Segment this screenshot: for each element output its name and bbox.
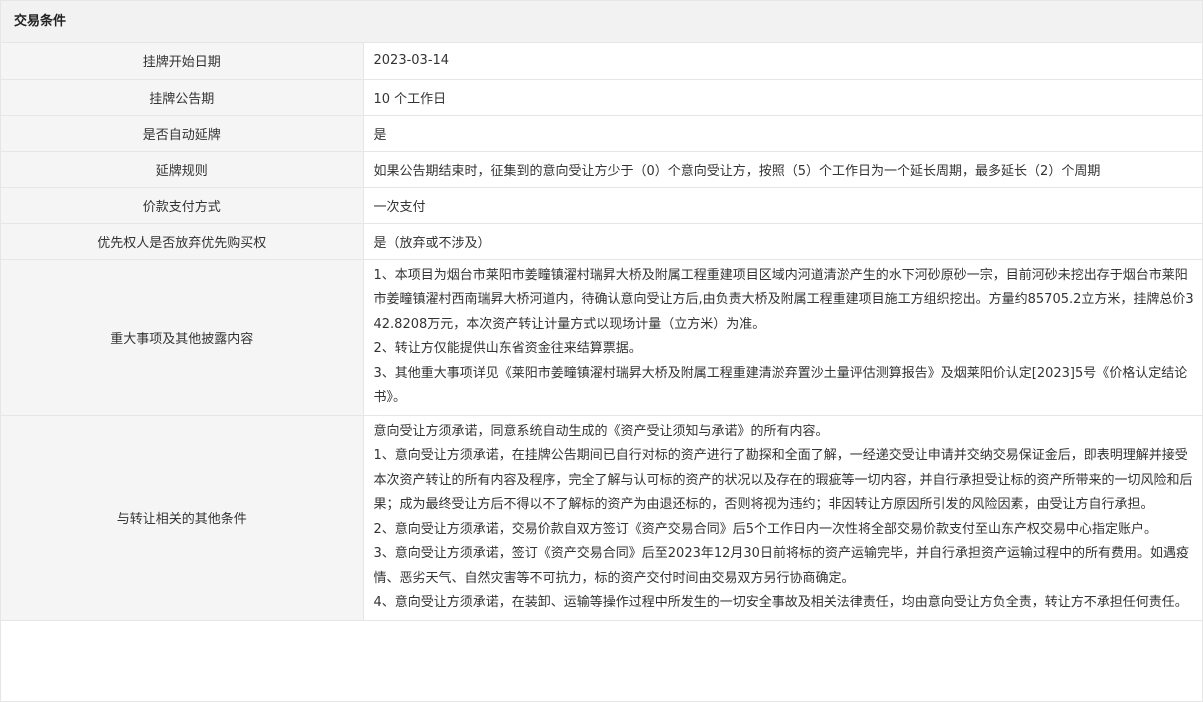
row-label-other-conditions: 与转让相关的其他条件 (1, 415, 364, 621)
row-value-payment-method: 一次支付 (363, 187, 1202, 224)
row-value-listing-start-date: 2023-03-14 (363, 43, 1202, 80)
condition-paragraph: 1、意向受让方须承诺，在挂牌公告期间已自行对标的资产进行了勘探和全面了解，一经递… (373, 448, 1193, 512)
table-row: 挂牌公告期 10 个工作日 (1, 79, 1202, 116)
table-row: 优先权人是否放弃优先购买权 是（放弃或不涉及） (1, 223, 1202, 260)
table-row: 价款支付方式 一次支付 (1, 187, 1202, 224)
row-label-listing-start-date: 挂牌开始日期 (1, 43, 364, 80)
condition-paragraph: 意向受让方须承诺，同意系统自动生成的《资产受让须知与承诺》的所有内容。 (373, 423, 829, 439)
row-label-auto-extend: 是否自动延牌 (1, 115, 364, 152)
section-title: 交易条件 (1, 1, 1202, 43)
row-value-major-disclosures: 1、本项目为烟台市莱阳市姜疃镇濯村瑞昇大桥及附属工程重建项目区域内河道清淤产生的… (363, 259, 1202, 416)
row-label-preemptive-right: 优先权人是否放弃优先购买权 (1, 223, 364, 260)
condition-paragraph: 4、意向受让方须承诺，在装卸、运输等操作过程中所发生的一切安全事故及相关法律责任… (373, 595, 1188, 610)
row-value-auto-extend: 是 (363, 115, 1202, 152)
disclosure-paragraph: 2、转让方仅能提供山东省资金往来结算票据。 (373, 341, 642, 356)
conditions-table: 挂牌开始日期 2023-03-14 挂牌公告期 10 个工作日 是否自动延牌 是… (1, 43, 1202, 621)
condition-paragraph: 2、意向受让方须承诺，交易价款自双方签订《资产交易合同》后5个工作日内一次性将全… (373, 521, 1158, 537)
row-label-extend-rule: 延牌规则 (1, 151, 364, 188)
condition-paragraph: 3、意向受让方须承诺，签订《资产交易合同》后至2023年12月30日前将标的资产… (373, 546, 1189, 586)
row-value-other-conditions: 意向受让方须承诺，同意系统自动生成的《资产受让须知与承诺》的所有内容。 1、意向… (363, 415, 1202, 621)
row-value-preemptive-right: 是（放弃或不涉及） (363, 223, 1202, 260)
trade-conditions-panel: 交易条件 挂牌开始日期 2023-03-14 挂牌公告期 10 个工作日 是否自… (0, 0, 1203, 702)
row-label-listing-period: 挂牌公告期 (1, 79, 364, 116)
table-row: 挂牌开始日期 2023-03-14 (1, 43, 1202, 80)
table-row: 延牌规则 如果公告期结束时，征集到的意向受让方少于（0）个意向受让方，按照（5）… (1, 151, 1202, 188)
disclosure-paragraph: 3、其他重大事项详见《莱阳市姜疃镇濯村瑞昇大桥及附属工程重建清淤弃置沙土量评估测… (373, 365, 1188, 406)
row-value-extend-rule: 如果公告期结束时，征集到的意向受让方少于（0）个意向受让方，按照（5）个工作日为… (363, 151, 1202, 188)
row-label-major-disclosures: 重大事项及其他披露内容 (1, 259, 364, 416)
disclosure-paragraph: 1、本项目为烟台市莱阳市姜疃镇濯村瑞昇大桥及附属工程重建项目区域内河道清淤产生的… (373, 267, 1194, 332)
row-value-listing-period: 10 个工作日 (363, 79, 1202, 116)
table-row: 与转让相关的其他条件 意向受让方须承诺，同意系统自动生成的《资产受让须知与承诺》… (1, 415, 1202, 621)
row-label-payment-method: 价款支付方式 (1, 187, 364, 224)
table-row: 重大事项及其他披露内容 1、本项目为烟台市莱阳市姜疃镇濯村瑞昇大桥及附属工程重建… (1, 259, 1202, 416)
table-row: 是否自动延牌 是 (1, 115, 1202, 152)
